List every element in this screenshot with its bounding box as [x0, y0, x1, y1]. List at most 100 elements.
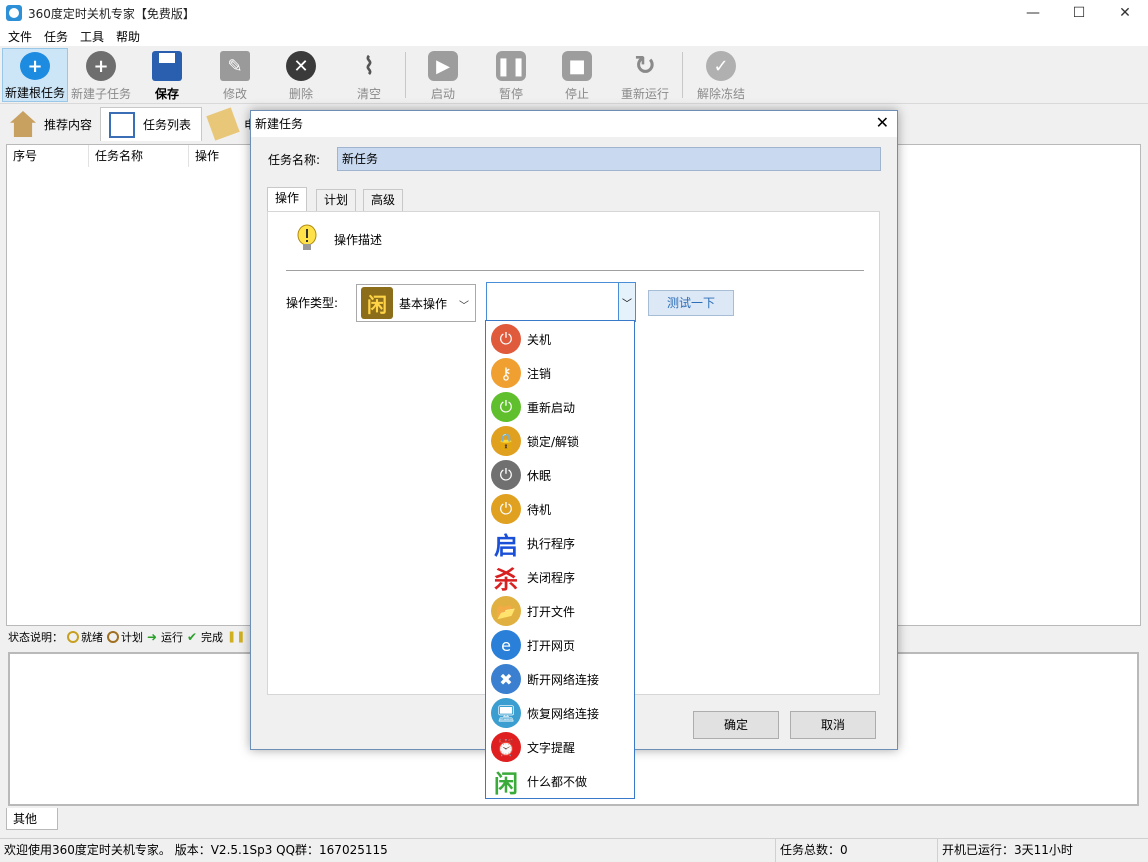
- action-select[interactable]: ﹀: [486, 282, 636, 322]
- network-disconnect-icon: ✖: [491, 664, 521, 694]
- power-yellow-icon: ⏻: [491, 494, 521, 524]
- dropdown-item-label: 什么都不做: [527, 774, 588, 789]
- play-icon: ▶: [428, 51, 458, 81]
- action-type-select[interactable]: 闲 基本操作 ﹀: [356, 284, 476, 322]
- power-red-icon: ⏻: [491, 324, 521, 354]
- checkmark-icon: ✓: [706, 51, 736, 81]
- dropdown-item-label: 打开网页: [527, 638, 576, 653]
- dropdown-item-label: 休眠: [527, 468, 552, 483]
- house-icon: [10, 111, 36, 137]
- status-bar: 欢迎使用360度定时关机专家。 版本：V2.5.1Sp3 QQ群：1670251…: [0, 838, 1148, 862]
- delete-button[interactable]: ✕ 删除: [268, 48, 334, 102]
- task-name-label: 任务名称:: [268, 153, 321, 167]
- app-icon: [6, 5, 22, 21]
- start-button[interactable]: ▶ 启动: [410, 48, 476, 102]
- close-button[interactable]: ✕: [1102, 0, 1148, 26]
- dropdown-item[interactable]: ⏻ 关机: [486, 322, 634, 356]
- action-type-value: 基本操作: [399, 296, 448, 311]
- clear-button[interactable]: ⌇ 清空: [336, 48, 402, 102]
- test-button[interactable]: 测试一下: [648, 290, 734, 316]
- menu-tools[interactable]: 工具: [74, 28, 110, 45]
- lightbulb-icon: [297, 224, 317, 250]
- menu-file[interactable]: 文件: [2, 28, 38, 45]
- arrow-right-icon: ➜: [147, 630, 158, 644]
- toolbar: + 新建根任务 + 新建子任务 保存 ✎ 修改 ✕ 删除 ⌇ 清空 ▶ 启动 ❚…: [0, 46, 1148, 104]
- ok-button[interactable]: 确定: [693, 711, 779, 739]
- action-type-label: 操作类型:: [286, 296, 339, 310]
- dropdown-item-label: 注销: [527, 366, 552, 381]
- dialog-close-button[interactable]: ✕: [876, 111, 889, 135]
- legend-label: 状态说明：: [8, 631, 63, 644]
- tab-recommend[interactable]: 推荐内容: [2, 107, 100, 141]
- edit-label: 修改: [222, 87, 247, 101]
- dropdown-item[interactable]: 杀关闭程序: [486, 560, 634, 594]
- dropdown-item-label: 关闭程序: [527, 570, 576, 585]
- dropdown-item[interactable]: 启执行程序: [486, 526, 634, 560]
- save-button[interactable]: 保存: [134, 48, 200, 102]
- dropdown-item-label: 重新启动: [527, 400, 576, 415]
- dropdown-item[interactable]: ⏻ 重新启动: [486, 390, 634, 424]
- column-header-name[interactable]: 任务名称: [89, 145, 189, 167]
- task-name-input[interactable]: 新任务: [337, 147, 881, 171]
- edit-button[interactable]: ✎ 修改: [202, 48, 268, 102]
- column-header-action[interactable]: 操作: [189, 145, 251, 167]
- dropdown-item-label: 恢复网络连接: [527, 706, 600, 721]
- menu-task[interactable]: 任务: [38, 28, 74, 45]
- tab-other[interactable]: 其他: [6, 808, 58, 830]
- cancel-button[interactable]: 取消: [790, 711, 876, 739]
- rerun-button[interactable]: ↻ 重新运行: [612, 48, 678, 102]
- action-description: 操作描述: [334, 233, 383, 247]
- dropdown-item[interactable]: ⏻ 休眠: [486, 458, 634, 492]
- notepad-pencil-icon: [206, 107, 240, 141]
- new-child-task-button[interactable]: + 新建子任务: [68, 48, 134, 102]
- column-header-index[interactable]: 序号: [7, 145, 89, 167]
- tab-action[interactable]: 操作: [267, 187, 308, 212]
- dropdown-item[interactable]: 🖥 恢复网络连接: [486, 696, 634, 730]
- plus-icon: +: [20, 52, 50, 80]
- status-total: 任务总数：0: [776, 839, 938, 862]
- tab-advanced[interactable]: 高级: [363, 189, 404, 211]
- dropdown-item[interactable]: ⏻ 待机: [486, 492, 634, 526]
- folder-icon: 📂: [491, 596, 521, 626]
- legend-done: 完成: [201, 631, 223, 644]
- menu-help[interactable]: 帮助: [110, 28, 146, 45]
- clock-icon: [107, 631, 119, 643]
- divider: [286, 270, 864, 271]
- legend-ready: 就绪: [81, 631, 103, 644]
- broom-icon: ⌇: [363, 52, 375, 80]
- ie-icon: e: [491, 630, 521, 660]
- dropdown-item[interactable]: 闲什么都不做: [486, 764, 634, 798]
- maximize-button[interactable]: ☐: [1056, 0, 1102, 26]
- pause-bars-icon: ❚❚: [227, 630, 246, 643]
- dropdown-item[interactable]: e 打开网页: [486, 628, 634, 662]
- unfreeze-button[interactable]: ✓ 解除冻结: [688, 48, 754, 102]
- dropdown-item[interactable]: ✖ 断开网络连接: [486, 662, 634, 696]
- dropdown-item[interactable]: 📂 打开文件: [486, 594, 634, 628]
- check-icon: ✔: [187, 630, 198, 644]
- stop-label: 停止: [564, 87, 589, 101]
- toolbar-separator: [405, 52, 406, 98]
- chevron-down-icon[interactable]: ﹀: [618, 283, 635, 321]
- minimize-button[interactable]: —: [1010, 0, 1056, 26]
- tab-tasklist[interactable]: 任务列表: [100, 107, 202, 141]
- status-uptime: 开机已运行：3天11小时: [942, 843, 1073, 857]
- power-grey-icon: ⏻: [491, 460, 521, 490]
- main-tabs: 推荐内容 任务列表 电: [0, 105, 260, 143]
- power-green-icon: ⏻: [491, 392, 521, 422]
- dropdown-item[interactable]: ⚷ 注销: [486, 356, 634, 390]
- pause-label: 暂停: [498, 87, 523, 101]
- tab-recommend-label: 推荐内容: [44, 117, 93, 132]
- delete-label: 删除: [288, 87, 313, 101]
- dropdown-item-label: 待机: [527, 502, 552, 517]
- dropdown-item[interactable]: ⏰ 文字提醒: [486, 730, 634, 764]
- new-child-task-label: 新建子任务: [70, 87, 131, 101]
- stop-button[interactable]: ■ 停止: [544, 48, 610, 102]
- legend-plan: 计划: [121, 631, 143, 644]
- pause-button[interactable]: ❚❚ 暂停: [478, 48, 544, 102]
- tab-plan[interactable]: 计划: [316, 189, 357, 211]
- dialog-title-bar: 新建任务 ✕: [251, 111, 897, 137]
- unfreeze-label: 解除冻结: [696, 87, 745, 101]
- legend-running: 运行: [161, 631, 183, 644]
- new-root-task-button[interactable]: + 新建根任务: [2, 48, 68, 102]
- dropdown-item[interactable]: 🔒 锁定/解锁: [486, 424, 634, 458]
